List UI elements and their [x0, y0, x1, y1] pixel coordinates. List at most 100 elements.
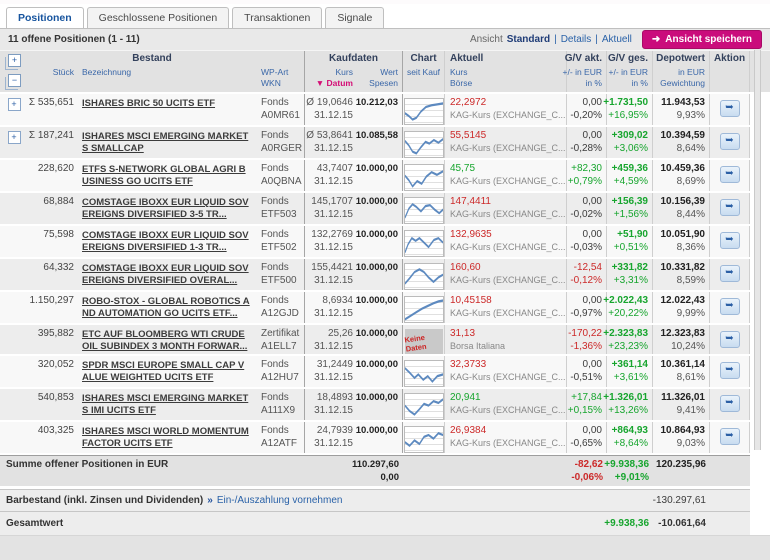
view-details-link[interactable]: Details — [561, 34, 592, 45]
gv-akt-pct-value: +0,79% — [568, 175, 602, 188]
order-button[interactable]: ➥ — [720, 199, 740, 216]
order-button[interactable]: ➥ — [720, 395, 740, 412]
vertical-scrollbar[interactable] — [754, 50, 761, 450]
expand-cell: + — [0, 389, 28, 420]
aktion-cell: ➥ — [710, 422, 750, 453]
save-view-button[interactable]: ➜ Ansicht speichern — [642, 30, 762, 49]
chart-cell — [403, 422, 445, 453]
order-button[interactable]: ➥ — [720, 362, 740, 379]
summary-depot-value: 120.235,96 — [656, 458, 706, 471]
wert-value: 10.000,00 — [356, 195, 398, 208]
gv-ges-cell: +864,93 +8,64% — [607, 422, 653, 453]
wpart-value: Fonds — [261, 129, 304, 142]
gv-ges-pct-value: +23,23% — [608, 340, 648, 353]
position-name-link[interactable]: COMSTAGE IBOXX EUR LIQUID SOVEREIGNS DIV… — [78, 228, 258, 254]
boerse-value: KAG-Kurs (EXCHANGE_C... — [450, 208, 566, 221]
col-group-kaufdaten: Kaufdaten — [305, 51, 403, 67]
wkn-value: A0MR61 — [261, 109, 304, 122]
gv-akt-eur-value: 0,00 — [583, 195, 602, 208]
boerse-value: KAG-Kurs (EXCHANGE_C... — [450, 274, 566, 287]
position-row: + 68,884 COMSTAGE IBOXX EUR LIQUID SOVER… — [0, 193, 750, 226]
gv-akt-eur-value: -170,22 — [568, 327, 602, 340]
order-button[interactable]: ➥ — [720, 100, 740, 117]
expand-icon[interactable]: + — [8, 131, 21, 144]
name-cell: ISHARES BRIC 50 UCITS ETF — [78, 94, 258, 125]
position-name-link[interactable]: ETFS S-NETWORK GLOBAL AGRI BUSINESS GO U… — [78, 162, 258, 188]
wert-value: 10.000,00 — [356, 261, 398, 274]
view-aktuell-link[interactable]: Aktuell — [602, 34, 632, 45]
aktuell-kurs-value: 132,9635 — [450, 228, 566, 241]
position-row: + 320,052 SPDR MSCI EUROPE SMALL CAP VAL… — [0, 356, 750, 389]
tab-signale[interactable]: Signale — [325, 7, 384, 28]
kauf-datum-value: 31.12.15 — [314, 175, 353, 188]
sort-datum[interactable]: ▼ Datum — [316, 78, 353, 89]
sparkline-chart — [404, 393, 444, 420]
sparkline-chart — [404, 263, 444, 290]
depot-cell: 10.156,39 8,44% — [653, 193, 710, 224]
gv-ges-cell: +51,90 +0,51% — [607, 226, 653, 257]
collapse-all-icon[interactable]: − — [8, 74, 21, 87]
gv-ges-eur-value: +156,39 — [612, 195, 648, 208]
position-name-link[interactable]: COMSTAGE IBOXX EUR LIQUID SOVEREIGNS DIV… — [78, 195, 258, 221]
wkn-value: A0RGER — [261, 142, 304, 155]
name-cell: ROBO-STOX - GLOBAL ROBOTICS AND AUTOMATI… — [78, 292, 258, 323]
view-standard-link[interactable]: Standard — [507, 34, 550, 45]
position-name-link[interactable]: ROBO-STOX - GLOBAL ROBOTICS AND AUTOMATI… — [78, 294, 258, 320]
position-name-link[interactable]: ISHARES MSCI EMERGING MARKETS SMALLCAP — [78, 129, 258, 155]
position-name-link[interactable]: ISHARES BRIC 50 UCITS ETF — [78, 96, 258, 110]
expand-icon[interactable]: + — [8, 98, 21, 111]
info-bar: 11 offene Positionen (1 - 11) Ansicht St… — [0, 29, 770, 50]
position-row: + 403,325 ISHARES MSCI WORLD MOMENTUM FA… — [0, 422, 750, 455]
wkn-value: ETF500 — [261, 274, 304, 287]
barbestand-label: Barbestand (inkl. Zinsen und Dividenden) — [6, 495, 203, 506]
kaufkurs-cell: 24,7939 31.12.15 — [305, 422, 357, 453]
no-data-box: Keine Daten — [405, 329, 443, 354]
tab-transaktionen[interactable]: Transaktionen — [232, 7, 322, 28]
summary-gv-akt-eur: -82,62 — [575, 458, 603, 471]
gv-ges-pct-value: +20,22% — [608, 307, 648, 320]
order-button[interactable]: ➥ — [720, 133, 740, 150]
order-button[interactable]: ➥ — [720, 265, 740, 282]
position-name-link[interactable]: ISHARES MSCI WORLD MOMENTUM FACTOR UCITS… — [78, 424, 258, 450]
deposit-withdraw-link[interactable]: Ein-/Auszahlung vornehmen — [217, 495, 343, 506]
kaufkurs-cell: 145,1707 31.12.15 — [305, 193, 357, 224]
position-name-link[interactable]: ETC AUF BLOOMBERG WTI CRUDE OIL SUBINDEX… — [78, 327, 258, 353]
gv-akt-cell: 0,00 -0,97% — [567, 292, 607, 323]
sparkline-chart — [404, 360, 444, 387]
gv-ges-pct-value: +13,26% — [608, 404, 648, 417]
wert-cell: 10.000,00 — [357, 356, 403, 387]
tab-geschlossene-positionen[interactable]: Geschlossene Positionen — [87, 7, 230, 28]
name-cell: ETFS S-NETWORK GLOBAL AGRI BUSINESS GO U… — [78, 160, 258, 191]
chart-cell: Keine Daten — [403, 325, 445, 354]
position-name-link[interactable]: COMSTAGE IBOXX EUR LIQUID SOVEREIGNS DIV… — [78, 261, 258, 287]
wert-cell: 10.000,00 — [357, 160, 403, 191]
tab-positionen[interactable]: Positionen — [6, 7, 84, 28]
gv-akt-cell: 0,00 -0,02% — [567, 193, 607, 224]
expand-cell: + — [0, 94, 28, 125]
sum-sigma: Σ — [29, 130, 38, 141]
order-button[interactable]: ➥ — [720, 428, 740, 445]
order-button[interactable]: ➥ — [720, 298, 740, 315]
order-button[interactable]: ➥ — [720, 331, 740, 348]
wpart-cell: Zertifikat A1ELL7 — [258, 325, 305, 354]
position-name-link[interactable]: ISHARES MSCI EMERGING MARKETS IMI UCITS … — [78, 391, 258, 417]
boerse-value: KAG-Kurs (EXCHANGE_C... — [450, 241, 566, 254]
order-button[interactable]: ➥ — [720, 232, 740, 249]
position-name-link[interactable]: SPDR MSCI EUROPE SMALL CAP VALUE WEIGHTE… — [78, 358, 258, 384]
kauf-kurs-value: 18,4893 — [317, 391, 353, 404]
stueck-cell: 320,052 — [28, 356, 78, 387]
kauf-kurs-value: 155,4421 — [311, 261, 353, 274]
col-group-chart: Chart — [403, 51, 445, 67]
expand-all-icon[interactable]: + — [8, 54, 21, 67]
kaufkurs-cell: 31,2449 31.12.15 — [305, 356, 357, 387]
name-cell: COMSTAGE IBOXX EUR LIQUID SOVEREIGNS DIV… — [78, 193, 258, 224]
wkn-value: ETF503 — [261, 208, 304, 221]
view-switcher: Ansicht Standard | Details | Aktuell — [470, 34, 632, 45]
chevron-right-icon: » — [207, 495, 213, 506]
aktion-cell: ➥ — [710, 193, 750, 224]
wert-cell: 10.000,00 — [357, 325, 403, 354]
order-button[interactable]: ➥ — [720, 166, 740, 183]
expand-cell: + — [0, 193, 28, 224]
aktion-cell: ➥ — [710, 259, 750, 290]
expand-cell: + — [0, 127, 28, 158]
